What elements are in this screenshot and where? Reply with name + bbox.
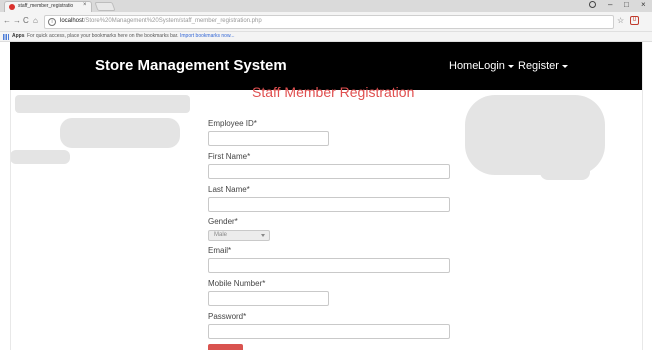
home-icon[interactable]: ⌂ xyxy=(33,16,38,25)
last-name-input[interactable] xyxy=(208,197,450,212)
bookmark-hint: For quick access, place your bookmarks h… xyxy=(27,33,179,39)
last-name-label: Last Name* xyxy=(208,185,250,194)
submit-button[interactable] xyxy=(208,344,243,350)
import-bookmarks-link[interactable]: Import bookmarks now... xyxy=(180,33,234,39)
registration-form xyxy=(203,90,463,350)
brand-title[interactable]: Store Management System xyxy=(95,57,287,74)
nav-register-label: Register xyxy=(518,60,559,72)
bookmark-star-icon[interactable]: ☆ xyxy=(617,16,624,25)
nav-login-label: Login xyxy=(478,60,505,72)
watermark-shape xyxy=(60,118,180,148)
gender-label: Gender* xyxy=(208,217,238,226)
favicon-icon xyxy=(9,4,15,10)
new-tab-button[interactable] xyxy=(94,2,116,11)
divider xyxy=(642,42,643,350)
reload-icon[interactable]: C xyxy=(23,16,29,25)
site-navbar: Store Management System Home Login Regis… xyxy=(10,42,642,90)
maximize-icon[interactable]: □ xyxy=(624,0,629,9)
password-input[interactable] xyxy=(208,324,450,339)
first-name-input[interactable] xyxy=(208,164,450,179)
bookmarks-bar: Apps For quick access, place your bookma… xyxy=(0,32,652,42)
url-text: localhost/Store%20Management%20System/st… xyxy=(60,18,262,24)
browser-tab-strip: staff_member_registratio × – □ × xyxy=(0,0,652,12)
address-bar[interactable]: i localhost/Store%20Management%20System/… xyxy=(44,15,614,29)
watermark-shape xyxy=(10,150,70,164)
nav-login-dropdown[interactable]: Login xyxy=(478,60,514,72)
forward-icon[interactable]: → xyxy=(13,16,21,25)
email-input[interactable] xyxy=(208,258,450,273)
close-window-icon[interactable]: × xyxy=(641,0,646,9)
first-name-label: First Name* xyxy=(208,152,251,161)
apps-icon[interactable] xyxy=(3,34,9,40)
page-title: Staff Member Registration xyxy=(252,84,415,100)
watermark-shape xyxy=(15,95,190,113)
nav-home-link[interactable]: Home xyxy=(449,60,478,72)
gender-value: Male xyxy=(214,232,228,238)
watermark-shape xyxy=(540,160,590,180)
info-icon[interactable]: i xyxy=(48,18,56,26)
back-icon[interactable]: ← xyxy=(3,16,11,25)
caret-down-icon xyxy=(507,64,514,68)
minimize-icon[interactable]: – xyxy=(608,0,612,9)
tab-close-icon[interactable]: × xyxy=(83,2,87,8)
url-path: /Store%20Management%20System/staff_membe… xyxy=(83,18,262,24)
employee-id-label: Employee ID* xyxy=(208,119,257,128)
user-profile-icon[interactable] xyxy=(589,1,596,8)
bookmark-apps[interactable]: Apps xyxy=(12,33,25,39)
browser-toolbar: ← → C ⌂ i localhost/Store%20Management%2… xyxy=(0,12,652,32)
extension-icon[interactable]: U xyxy=(630,16,639,25)
email-label: Email* xyxy=(208,246,232,255)
employee-id-input[interactable] xyxy=(208,131,329,146)
mobile-number-label: Mobile Number* xyxy=(208,279,266,288)
tab-title: staff_member_registratio xyxy=(18,3,74,9)
url-host: localhost xyxy=(60,18,84,24)
gender-select[interactable]: Male xyxy=(208,230,270,241)
password-label: Password* xyxy=(208,312,247,321)
chevron-down-icon xyxy=(261,234,265,237)
browser-tab[interactable]: staff_member_registratio × xyxy=(4,1,92,12)
nav-register-dropdown[interactable]: Register xyxy=(518,60,568,72)
caret-down-icon xyxy=(561,64,568,68)
mobile-number-input[interactable] xyxy=(208,291,329,306)
